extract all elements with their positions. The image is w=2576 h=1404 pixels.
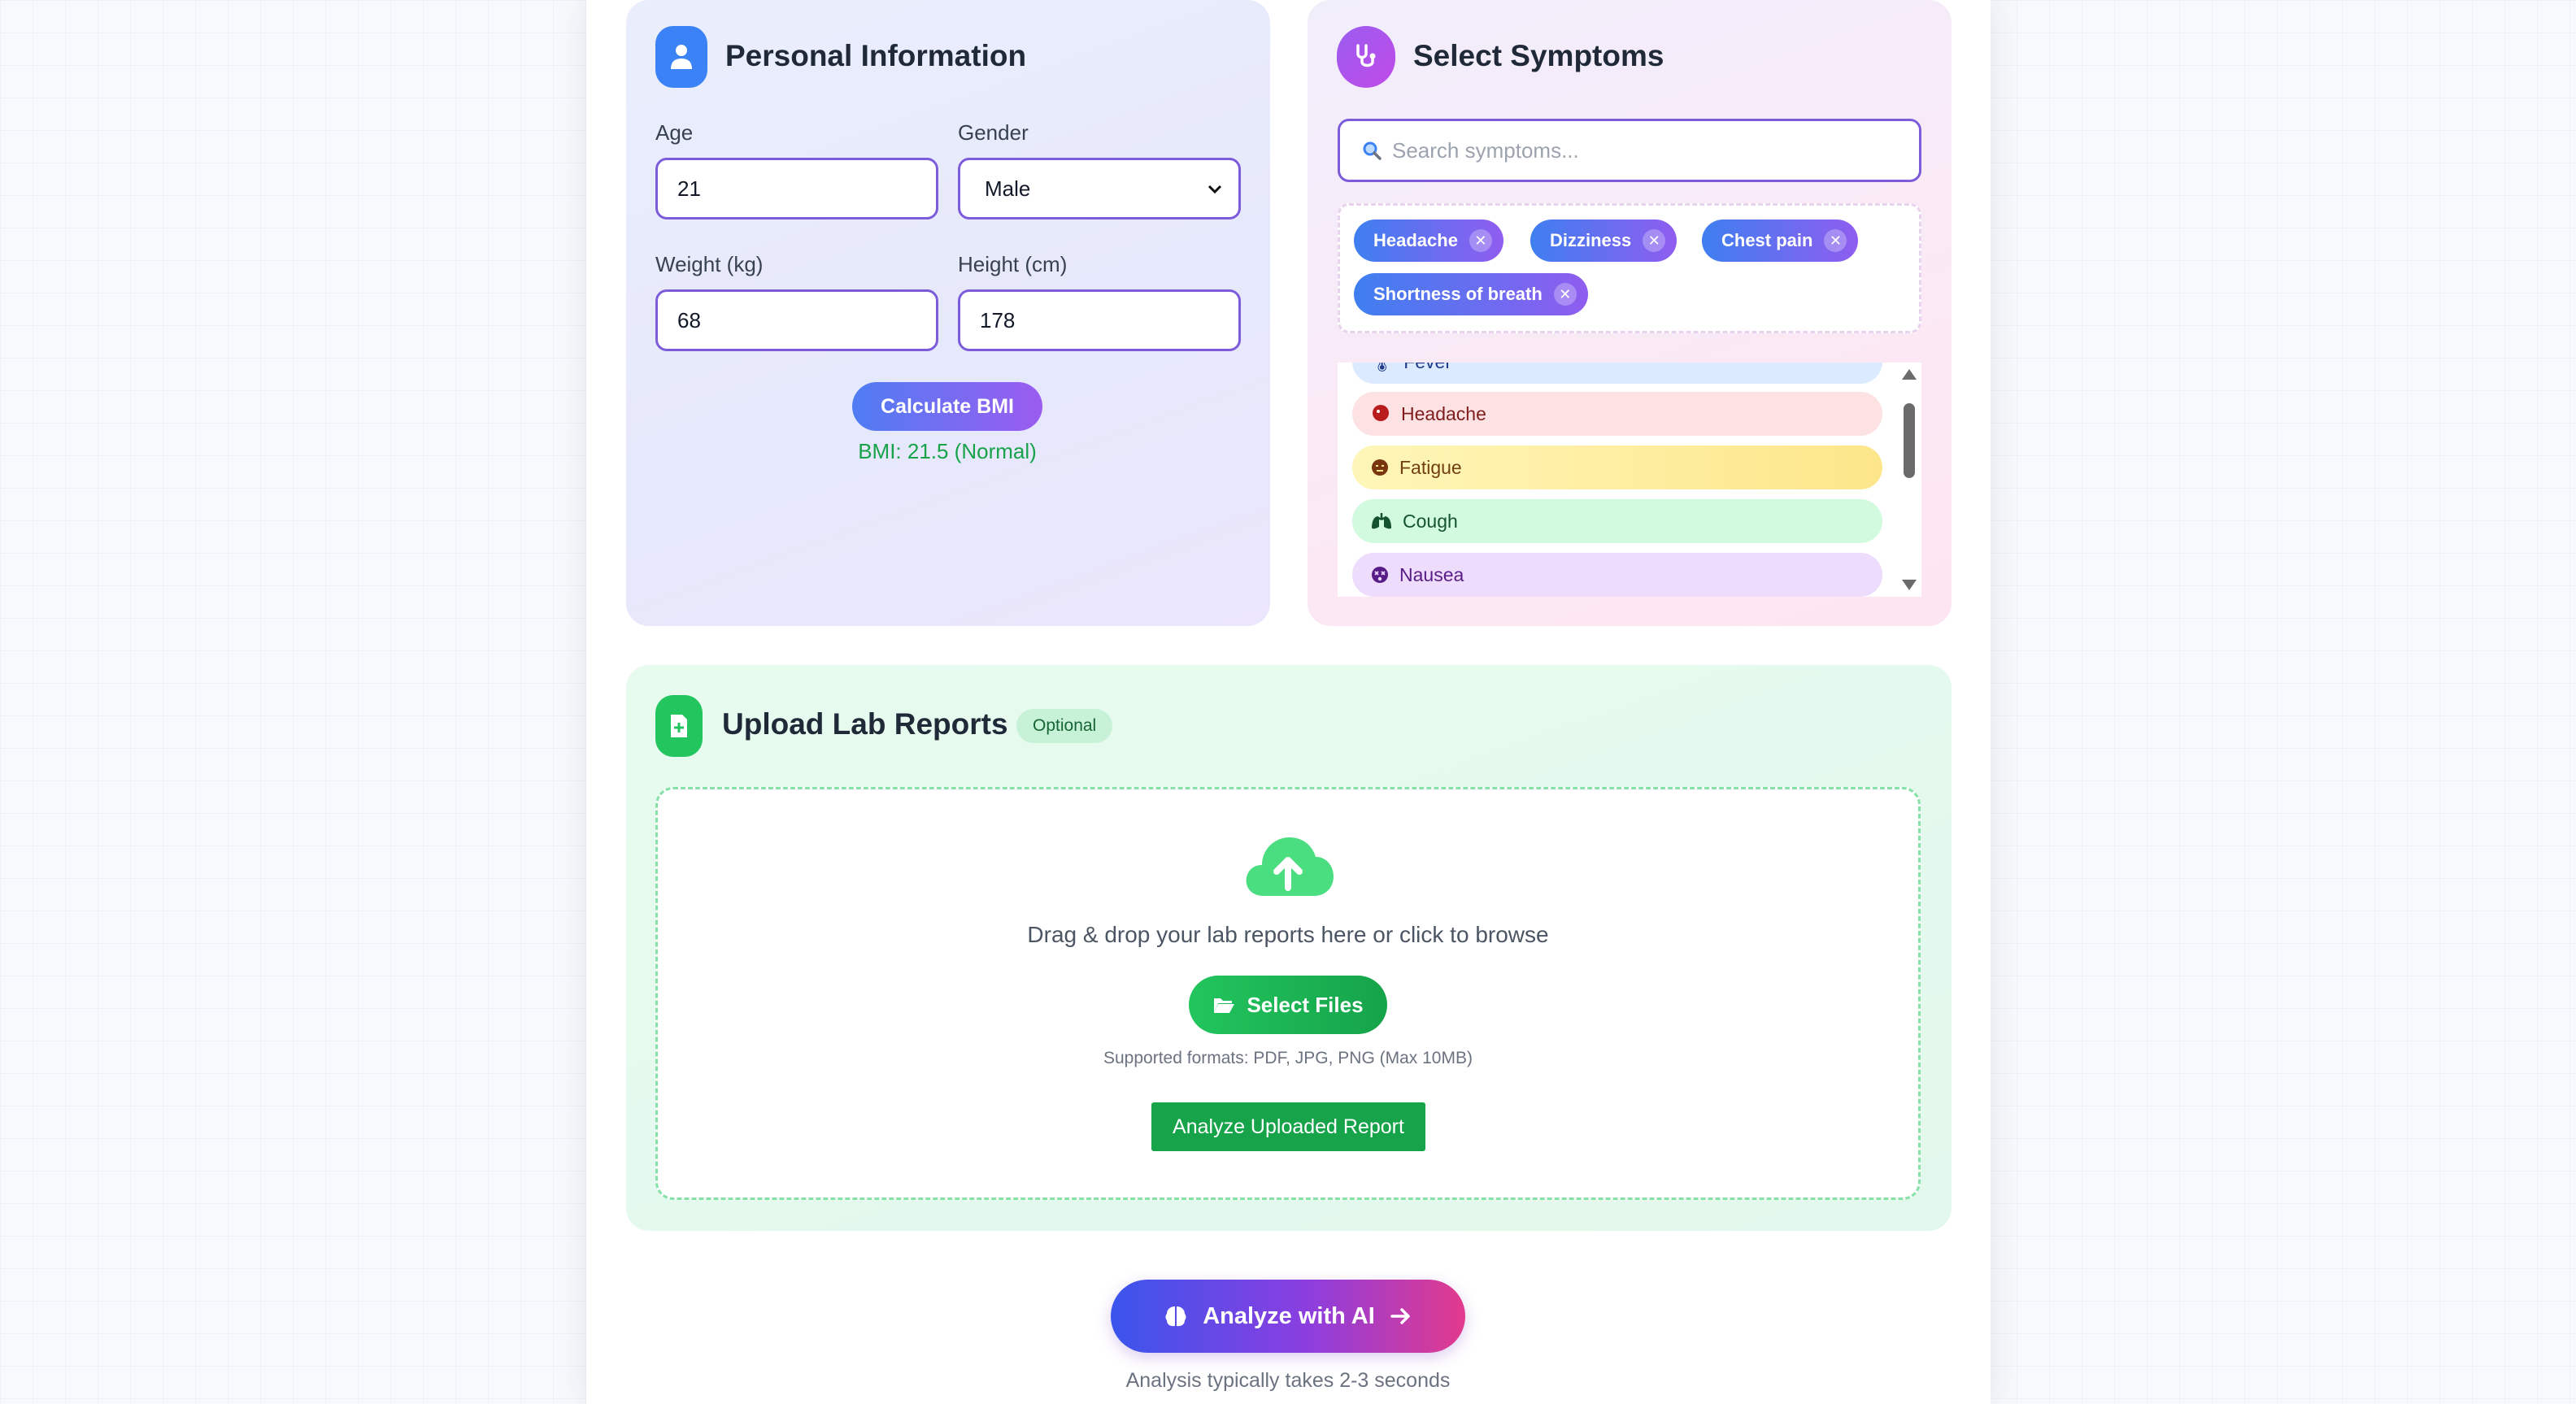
optional-badge: Optional	[1016, 709, 1113, 743]
head-icon	[1373, 405, 1389, 421]
symptom-option[interactable]: Nausea	[1352, 553, 1882, 597]
symptom-option-label: Fatigue	[1399, 456, 1462, 478]
symptom-option-label: Cough	[1403, 510, 1458, 532]
scroll-up-arrow-icon[interactable]	[1902, 369, 1917, 380]
bmi-result: BMI: 21.5 (Normal)	[858, 439, 1037, 463]
user-icon	[655, 26, 707, 88]
symptom-list-scrollbar[interactable]	[1897, 363, 1921, 597]
age-label: Age	[655, 120, 694, 145]
selected-chip[interactable]: Headache ✕	[1354, 220, 1503, 262]
thermometer-icon: 🌡	[1370, 363, 1394, 373]
remove-chip-icon[interactable]: ✕	[1469, 229, 1492, 252]
symptom-option-label: Headache	[1401, 402, 1486, 424]
symptoms-title: Select Symptoms	[1413, 39, 1664, 72]
symptom-option[interactable]: Headache	[1352, 392, 1882, 436]
symptom-list[interactable]: 🌡 Fever Headache Fatigue Cough Nausea	[1338, 363, 1921, 597]
symptom-option-label: Fever	[1403, 363, 1451, 373]
supported-formats-text: Supported formats: PDF, JPG, PNG (Max 10…	[1103, 1049, 1473, 1067]
analysis-time-hint: Analysis typically takes 2-3 seconds	[1125, 1369, 1451, 1392]
lungs-icon	[1372, 513, 1391, 529]
select-files-button[interactable]: Select Files	[1189, 976, 1387, 1034]
dizzy-face-icon	[1372, 567, 1388, 583]
chip-label: Dizziness	[1550, 230, 1632, 250]
chevron-down-icon	[1208, 185, 1222, 194]
age-input[interactable]: 21	[655, 158, 938, 220]
calculate-bmi-button[interactable]: Calculate BMI	[852, 382, 1042, 431]
gender-label: Gender	[958, 120, 1029, 145]
remove-chip-icon[interactable]: ✕	[1824, 229, 1847, 252]
chip-label: Shortness of breath	[1373, 284, 1543, 304]
symptom-option-label: Nausea	[1399, 563, 1464, 585]
upload-title: Upload Lab Reports	[722, 707, 1008, 741]
remove-chip-icon[interactable]: ✕	[1553, 283, 1577, 306]
symptom-option[interactable]: Fatigue	[1352, 446, 1882, 489]
brain-icon	[1165, 1306, 1186, 1327]
gender-select[interactable]: Male	[958, 158, 1241, 220]
selected-chip[interactable]: Dizziness ✕	[1530, 220, 1677, 262]
file-medical-icon	[655, 695, 703, 757]
gender-selected-value: Male	[985, 176, 1031, 201]
tired-face-icon	[1372, 459, 1388, 476]
chip-label: Chest pain	[1721, 230, 1813, 250]
symptom-search-input[interactable]: Search symptoms...	[1338, 119, 1921, 182]
height-label: Height (cm)	[958, 252, 1068, 276]
search-icon	[1363, 141, 1382, 160]
analyze-with-ai-button[interactable]: Analyze with AI	[1111, 1280, 1465, 1353]
personal-info-title: Personal Information	[725, 39, 1027, 72]
search-placeholder: Search symptoms...	[1392, 137, 1579, 163]
scrollbar-thumb[interactable]	[1904, 403, 1915, 478]
height-input[interactable]: 178	[958, 289, 1241, 351]
dropzone-instructions: Drag & drop your lab reports here or cli…	[1027, 922, 1549, 947]
selected-chip[interactable]: Chest pain ✕	[1702, 220, 1859, 262]
cloud-upload-icon	[1246, 837, 1334, 896]
scroll-down-arrow-icon[interactable]	[1902, 580, 1917, 590]
chip-label: Headache	[1373, 230, 1458, 250]
remove-chip-icon[interactable]: ✕	[1643, 229, 1666, 252]
selected-chip[interactable]: Shortness of breath ✕	[1354, 273, 1588, 315]
weight-label: Weight (kg)	[655, 252, 764, 276]
weight-input[interactable]: 68	[655, 289, 938, 351]
arrow-right-icon	[1390, 1308, 1410, 1324]
select-files-label: Select Files	[1247, 992, 1364, 1017]
folder-open-icon	[1214, 998, 1235, 1013]
symptom-option[interactable]: 🌡 Fever	[1352, 363, 1882, 384]
symptom-option[interactable]: Cough	[1352, 499, 1882, 543]
analyze-uploaded-report-button[interactable]: Analyze Uploaded Report	[1151, 1102, 1425, 1151]
stethoscope-icon	[1337, 26, 1395, 88]
analyze-with-ai-label: Analyze with AI	[1203, 1302, 1375, 1329]
